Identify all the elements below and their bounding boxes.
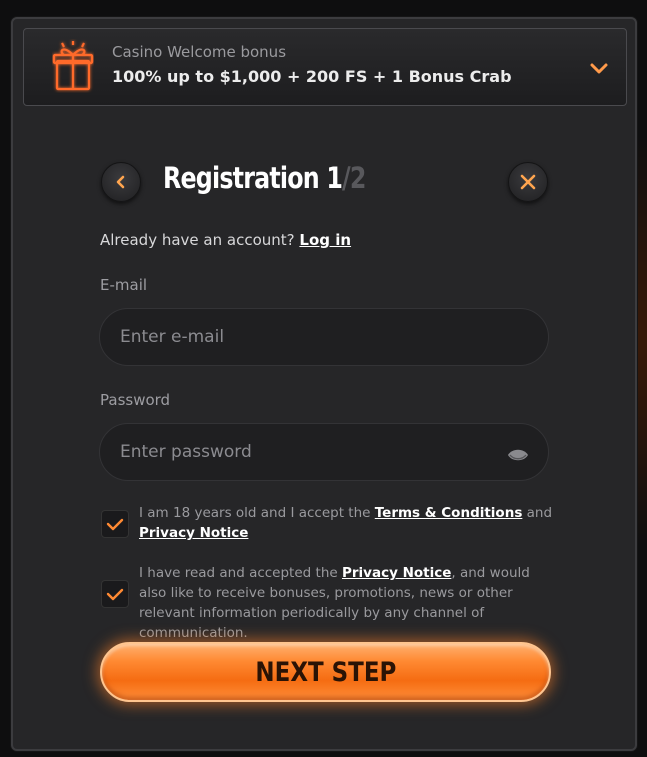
terms-link[interactable]: Terms & Conditions	[375, 505, 523, 521]
login-link[interactable]: Log in	[299, 231, 351, 249]
email-field[interactable]	[99, 308, 549, 366]
marketing-checkbox[interactable]	[101, 580, 129, 608]
next-step-button[interactable]: NEXT STEP	[100, 642, 551, 702]
title-main: Registration 1	[163, 161, 343, 195]
welcome-bonus-dropdown[interactable]: Casino Welcome bonus 100% up to $1,000 +…	[23, 28, 627, 106]
title-step-total: /2	[342, 161, 366, 195]
check-icon	[106, 518, 124, 531]
privacy-notice-link-2[interactable]: Privacy Notice	[342, 565, 451, 581]
eye-icon[interactable]	[507, 447, 529, 463]
password-field[interactable]	[99, 423, 549, 481]
gift-icon	[52, 41, 94, 91]
marketing-text: I have read and accepted the	[139, 565, 338, 581]
chevron-left-icon	[116, 175, 125, 189]
close-button[interactable]	[508, 162, 548, 202]
bonus-text: Casino Welcome bonus 100% up to $1,000 +…	[112, 43, 512, 86]
privacy-notice-link[interactable]: Privacy Notice	[139, 525, 248, 541]
terms-text: I am 18 years old and I accept the	[139, 505, 371, 521]
email-label: E-mail	[100, 276, 148, 294]
check-icon	[106, 588, 124, 601]
terms-checkbox[interactable]	[101, 510, 129, 538]
close-icon	[520, 174, 536, 190]
marketing-consent-text: I have read and accepted the Privacy Not…	[139, 563, 559, 643]
login-prompt: Already have an account? Log in	[100, 231, 351, 249]
login-prompt-text: Already have an account?	[100, 231, 295, 249]
bonus-subtitle: Casino Welcome bonus	[112, 43, 287, 61]
back-button[interactable]	[101, 162, 141, 202]
terms-consent-text: I am 18 years old and I accept the Terms…	[139, 503, 559, 543]
page-title: Registration 1/2	[163, 161, 366, 195]
next-step-label: NEXT STEP	[255, 656, 396, 688]
password-label: Password	[100, 391, 171, 409]
chevron-down-icon	[590, 63, 608, 74]
registration-modal: Casino Welcome bonus 100% up to $1,000 +…	[11, 17, 637, 751]
bonus-title: 100% up to $1,000 + 200 FS + 1 Bonus Cra…	[112, 67, 512, 86]
terms-and: and	[526, 505, 553, 521]
